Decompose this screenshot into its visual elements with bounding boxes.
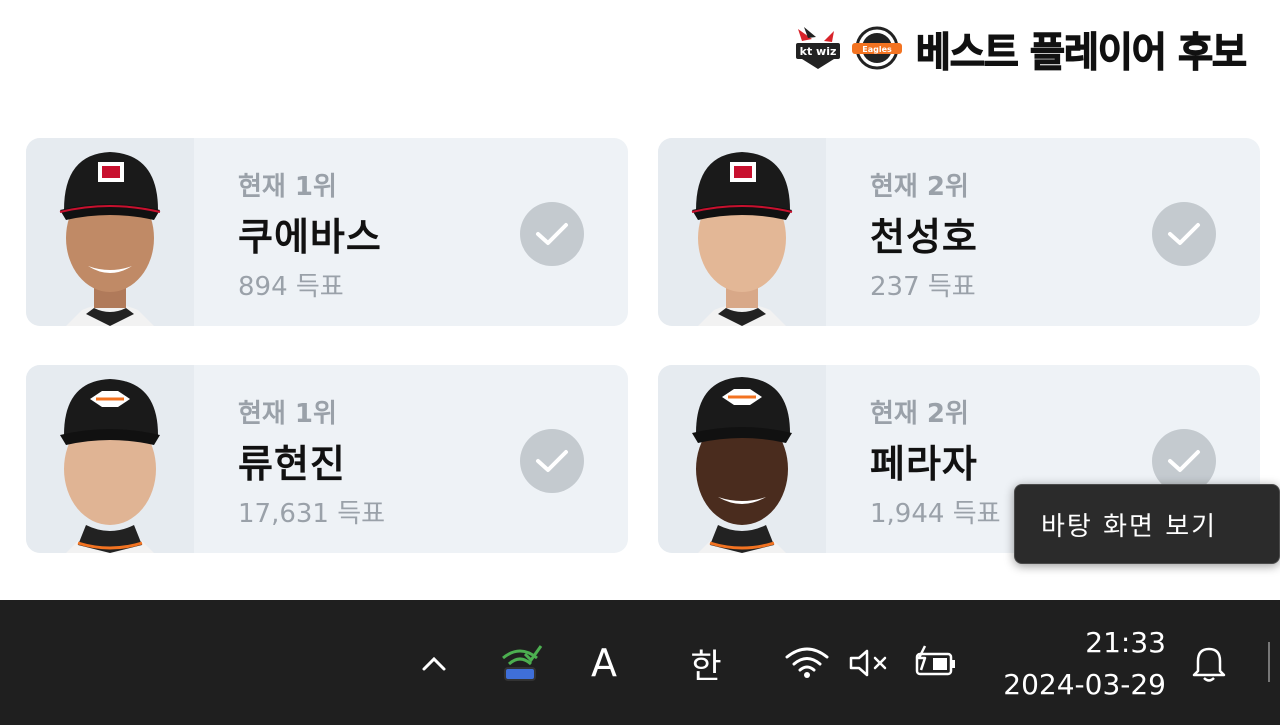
wifi-icon[interactable] xyxy=(782,642,832,682)
taskbar: A 한 21:33 2024-03-29 xyxy=(0,600,1280,725)
show-desktop-tooltip: 바탕 화면 보기 xyxy=(1014,484,1280,564)
candidate-card[interactable]: 현재 2위 천성호 237 득표 xyxy=(658,138,1260,326)
candidate-card[interactable]: 현재 1위 쿠에바스 894 득표 xyxy=(26,138,628,326)
player-photo xyxy=(658,365,826,553)
kt-wiz-logo-icon: kt wiz xyxy=(790,23,846,73)
svg-text:kt wiz: kt wiz xyxy=(800,45,837,58)
vote-check-button[interactable] xyxy=(520,429,584,493)
candidate-name: 천성호 xyxy=(870,215,978,259)
svg-text:Eagles: Eagles xyxy=(862,45,892,54)
check-icon xyxy=(536,450,568,472)
candidate-card[interactable]: 현재 1위 류현진 17,631 득표 xyxy=(26,365,628,553)
player-photo xyxy=(658,138,826,326)
candidate-rank: 현재 2위 xyxy=(870,399,969,429)
hanwha-eagles-logo-icon: Eagles xyxy=(848,26,906,70)
candidate-name: 페라자 xyxy=(870,442,978,486)
battery-charging-icon[interactable] xyxy=(910,640,960,684)
player-photo xyxy=(26,365,194,553)
header: kt wiz Eagles 베스트 플레이어 후보 xyxy=(790,18,1248,78)
candidate-rank: 현재 1위 xyxy=(238,399,337,429)
vote-check-button[interactable] xyxy=(520,202,584,266)
show-desktop-button[interactable] xyxy=(1268,642,1270,682)
check-icon xyxy=(536,223,568,245)
system-clock[interactable]: 21:33 2024-03-29 xyxy=(1003,622,1166,706)
candidate-name: 쿠에바스 xyxy=(238,215,382,259)
clock-time: 21:33 xyxy=(1085,626,1166,659)
notification-bell-icon[interactable] xyxy=(1186,640,1232,686)
candidate-votes: 237 득표 xyxy=(870,272,976,302)
candidate-votes: 17,631 득표 xyxy=(238,499,386,529)
ime-mode-indicator[interactable]: A xyxy=(584,638,624,688)
candidate-rank: 현재 2위 xyxy=(870,172,969,202)
candidate-votes: 894 득표 xyxy=(238,272,344,302)
candidate-votes: 1,944 득표 xyxy=(870,499,1001,529)
vote-check-button[interactable] xyxy=(1152,202,1216,266)
page: kt wiz Eagles 베스트 플레이어 후보 현재 1위 쿠에바스 894… xyxy=(0,0,1280,725)
volume-muted-icon[interactable] xyxy=(846,644,892,682)
team-logos: kt wiz Eagles xyxy=(790,23,906,73)
check-icon xyxy=(1168,223,1200,245)
network-status-icon[interactable] xyxy=(496,638,544,686)
chevron-up-icon[interactable] xyxy=(414,644,454,684)
clock-date: 2024-03-29 xyxy=(1003,668,1166,701)
check-icon xyxy=(1168,450,1200,472)
player-photo xyxy=(26,138,194,326)
candidate-name: 류현진 xyxy=(238,442,346,486)
candidate-rank: 현재 1위 xyxy=(238,172,337,202)
page-title: 베스트 플레이어 후보 xyxy=(915,28,1247,76)
ime-language-indicator[interactable]: 한 xyxy=(682,638,730,688)
